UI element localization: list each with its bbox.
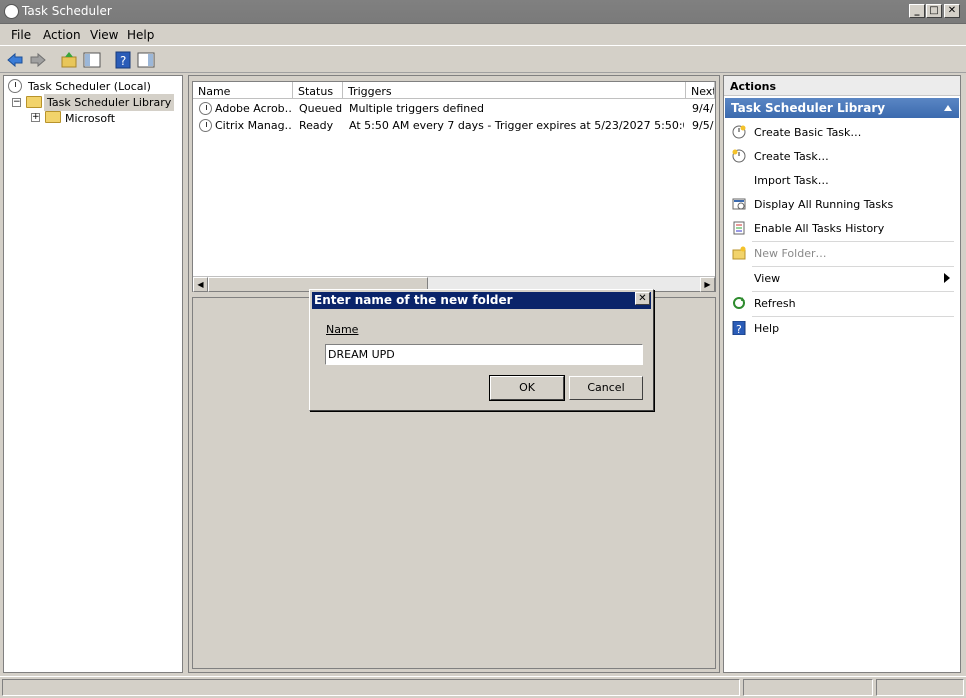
show-hide-tree-icon[interactable] <box>83 51 101 69</box>
library-folder-icon <box>26 96 42 108</box>
close-button[interactable]: ✕ <box>944 4 960 18</box>
task-name: Adobe Acrob… <box>215 102 291 115</box>
refresh-icon <box>733 297 745 309</box>
action-label: Help <box>754 322 780 335</box>
help-icon[interactable]: ? <box>114 51 132 69</box>
title-bar: Task Scheduler _ □ ✕ <box>0 0 966 24</box>
action-label: Enable All Tasks History <box>754 222 885 235</box>
action-help[interactable]: ? Help <box>724 317 958 339</box>
status-panel <box>743 679 873 696</box>
menu-bar: File Action View Help <box>0 24 966 46</box>
help-icon: ? <box>732 321 746 335</box>
collapse-icon[interactable]: − <box>12 98 21 107</box>
action-label: View <box>754 272 781 285</box>
action-enable-tasks-history[interactable]: Enable All Tasks History <box>724 217 958 239</box>
action-new-folder[interactable]: New Folder… <box>724 242 958 264</box>
name-field-label: Name <box>326 323 358 336</box>
status-panel <box>2 679 740 696</box>
table-row[interactable]: Citrix Manag… Ready At 5:50 AM every 7 d… <box>193 117 715 134</box>
task-next: 9/5/ <box>692 119 714 132</box>
scroll-right-icon[interactable]: ▶ <box>700 277 715 292</box>
actions-pane: Actions Task Scheduler Library Create Ba… <box>723 75 961 673</box>
menu-file[interactable]: File <box>11 28 31 42</box>
column-header-triggers[interactable]: Triggers <box>343 82 686 99</box>
action-import-task[interactable]: Import Task… <box>724 169 958 191</box>
tree-node-microsoft[interactable]: Microsoft <box>65 112 115 125</box>
clock-icon <box>8 79 22 93</box>
new-folder-dialog: Enter name of the new folder ✕ Name OK C… <box>309 289 654 411</box>
forward-arrow-icon[interactable] <box>29 51 47 69</box>
task-triggers: Multiple triggers defined <box>349 102 484 115</box>
scroll-left-icon[interactable]: ◀ <box>193 277 208 292</box>
tree-node-task-scheduler-local[interactable]: Task Scheduler (Local) <box>28 80 151 93</box>
up-folder-icon[interactable] <box>60 51 78 69</box>
task-status: Ready <box>299 119 334 132</box>
toolbar: ? <box>0 47 966 73</box>
expand-icon[interactable]: + <box>31 113 40 122</box>
new-folder-icon <box>732 246 746 260</box>
action-label: Create Task… <box>754 150 829 163</box>
action-view[interactable]: View <box>724 267 958 289</box>
action-label: Create Basic Task… <box>754 126 862 139</box>
action-create-basic-task[interactable]: Create Basic Task… <box>724 121 958 143</box>
maximize-button[interactable]: □ <box>926 4 942 18</box>
column-header-status[interactable]: Status <box>293 82 343 99</box>
actions-section-title: Task Scheduler Library <box>731 101 886 115</box>
menu-help[interactable]: Help <box>127 28 154 42</box>
menu-view[interactable]: View <box>90 28 118 42</box>
task-status: Queued <box>299 102 343 115</box>
status-panel <box>876 679 964 696</box>
task-next: 9/4/ <box>692 102 714 115</box>
history-icon <box>733 221 745 235</box>
window-title: Task Scheduler <box>22 4 112 18</box>
running-tasks-icon <box>732 198 746 210</box>
action-refresh[interactable]: Refresh <box>724 292 958 314</box>
create-task-icon <box>732 149 746 163</box>
task-scheduler-app-icon <box>4 4 19 19</box>
task-name: Citrix Manag… <box>215 119 291 132</box>
task-list: Name Status Triggers Next Adobe Acrob… Q… <box>192 81 716 292</box>
svg-text:?: ? <box>120 54 126 68</box>
task-clock-icon <box>199 102 212 115</box>
back-arrow-icon[interactable] <box>6 51 24 69</box>
menu-action[interactable]: Action <box>43 28 81 42</box>
action-display-running-tasks[interactable]: Display All Running Tasks <box>724 193 958 215</box>
dialog-close-button[interactable]: ✕ <box>635 292 650 305</box>
navigation-tree: Task Scheduler (Local) − Task Scheduler … <box>3 75 183 673</box>
column-header-name[interactable]: Name <box>193 82 293 99</box>
actions-header: Actions <box>724 76 960 96</box>
collapse-section-icon[interactable] <box>943 104 953 112</box>
cancel-button[interactable]: Cancel <box>569 376 643 400</box>
action-label: Display All Running Tasks <box>754 198 894 211</box>
action-label: New Folder… <box>754 247 827 260</box>
name-label: Name <box>326 323 359 336</box>
actions-section-header[interactable]: Task Scheduler Library <box>725 98 959 118</box>
action-label: Refresh <box>754 297 796 310</box>
submenu-arrow-icon <box>944 273 950 283</box>
column-header-next[interactable]: Next <box>686 82 715 99</box>
minimize-button[interactable]: _ <box>909 4 925 18</box>
show-hide-action-pane-icon[interactable] <box>137 51 155 69</box>
task-triggers: At 5:50 AM every 7 days - Trigger expire… <box>349 119 684 132</box>
create-basic-task-icon <box>732 125 746 139</box>
table-row[interactable]: Adobe Acrob… Queued Multiple triggers de… <box>193 100 715 117</box>
action-label: Import Task… <box>754 174 829 187</box>
action-create-task[interactable]: Create Task… <box>724 145 958 167</box>
tree-node-task-scheduler-library[interactable]: Task Scheduler Library <box>44 94 175 111</box>
svg-text:?: ? <box>736 323 742 335</box>
folder-name-input[interactable] <box>325 344 643 365</box>
folder-icon <box>45 111 61 123</box>
dialog-title: Enter name of the new folder <box>312 292 651 309</box>
ok-button[interactable]: OK <box>490 376 564 400</box>
status-bar <box>0 676 966 698</box>
task-clock-icon <box>199 119 212 132</box>
